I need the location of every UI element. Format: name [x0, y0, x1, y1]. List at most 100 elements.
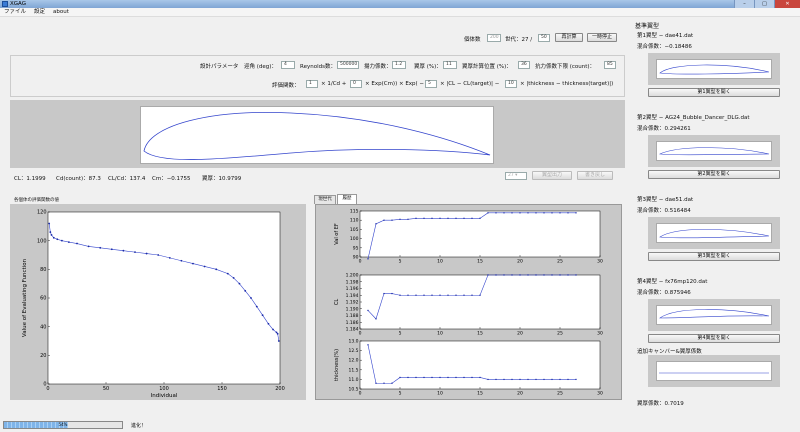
- tab-history[interactable]: 履歴: [337, 194, 357, 204]
- open-airfoil-2-button[interactable]: 第2翼型を開く: [648, 170, 780, 179]
- thickness-field[interactable]: 11: [443, 61, 457, 69]
- eval-coef-4[interactable]: 10: [505, 80, 517, 88]
- data-point: [527, 212, 529, 214]
- menu-settings[interactable]: 設定: [30, 8, 49, 17]
- y-tick-label: 80: [40, 267, 46, 273]
- result-cd: Cd(count)：87.3: [56, 176, 101, 182]
- generation-total-field[interactable]: 50: [538, 34, 550, 42]
- data-point: [519, 274, 521, 276]
- open-airfoil-4-button[interactable]: 第4翼型を開く: [648, 334, 780, 343]
- x-tick-label: 20: [517, 391, 523, 397]
- x-tick-label: 30: [597, 391, 603, 397]
- evaluation-plot-area: [47, 211, 281, 385]
- overwrite-button[interactable]: 書き戻し: [577, 171, 613, 180]
- aoa-field[interactable]: 4: [281, 61, 295, 69]
- data-point: [447, 217, 449, 220]
- data-point: [527, 378, 529, 381]
- reynolds-field[interactable]: 500000: [337, 61, 359, 69]
- x-tick-label: 30: [597, 259, 603, 265]
- data-point: [487, 212, 489, 214]
- export-airfoil-button[interactable]: 翼型出力: [532, 171, 572, 180]
- thickness-pos-field[interactable]: 36: [518, 61, 530, 69]
- eval-function-label: 評価関数：: [272, 83, 300, 89]
- cl-field[interactable]: 1.2: [392, 61, 406, 69]
- restart-button[interactable]: 再計算: [555, 33, 583, 42]
- data-point: [277, 340, 280, 342]
- maximize-button[interactable]: □: [754, 0, 774, 8]
- y-tick-label: 20: [40, 353, 46, 359]
- generation-select[interactable]: 27 ▾: [505, 172, 527, 180]
- data-point: [551, 212, 553, 214]
- x-tick-label: 0: [46, 386, 49, 392]
- open-airfoil-3-button[interactable]: 第3翼型を開く: [648, 252, 780, 261]
- data-point: [487, 274, 489, 276]
- menu-file[interactable]: ファイル: [0, 8, 30, 17]
- data-point: [255, 305, 258, 308]
- close-button[interactable]: ✕: [774, 0, 800, 8]
- data-point: [535, 212, 537, 214]
- data-point: [495, 212, 497, 214]
- eval-coef-1[interactable]: 1: [306, 80, 318, 88]
- data-point: [157, 254, 160, 256]
- data-point: [99, 246, 102, 249]
- data-point: [495, 378, 497, 381]
- minimize-button[interactable]: –: [734, 0, 754, 8]
- airfoil-1-mix: 混合係数：−0.18486: [637, 44, 692, 50]
- data-point: [110, 248, 113, 251]
- data-point: [61, 239, 63, 242]
- y-tick-label: 11.5: [348, 367, 358, 373]
- pause-button[interactable]: 一時停止: [587, 33, 617, 42]
- result-clcd: CL/Cd：137.4: [108, 176, 146, 182]
- data-point: [275, 331, 278, 334]
- thickness-label: 翼厚 (%)：: [414, 64, 442, 70]
- progress-bar: 54%: [3, 421, 123, 429]
- tab-current-generation[interactable]: 現世代: [314, 195, 336, 204]
- y-axis-label: Val of EF: [334, 223, 340, 245]
- y-tick-label: 13.0: [348, 339, 358, 345]
- data-point: [272, 328, 274, 331]
- left-plot-label: 各個体の評価関数の値: [14, 198, 59, 203]
- data-point: [423, 376, 425, 379]
- y-tick-label: 110: [350, 218, 359, 224]
- data-point: [383, 292, 385, 295]
- x-axis-label: Individual: [151, 393, 178, 399]
- data-point: [52, 236, 55, 239]
- airfoil-3-mix: 混合係数：0.516484: [637, 208, 691, 214]
- cd-count-field[interactable]: 85: [604, 61, 616, 69]
- sidebar-title: 基準翼型: [635, 23, 660, 30]
- airfoil-2-name: 第2翼型 − AG24_Bubble_Dancer_DLG.dat: [637, 115, 750, 121]
- airfoil-4-preview: [648, 299, 780, 331]
- x-tick-label: 20: [517, 331, 523, 337]
- data-point: [471, 376, 473, 379]
- data-point: [511, 274, 513, 276]
- data-point: [511, 378, 513, 381]
- eval-term-3: × |CL − CL(target)| −: [440, 81, 500, 87]
- data-point: [543, 212, 545, 214]
- history-1: 0 5 10 15 20 25 301.1841.1861.1881.1901.1921.1…: [334, 273, 603, 337]
- y-tick-label: 60: [40, 296, 46, 302]
- data-point: [551, 378, 553, 381]
- y-axis-label: CL: [334, 299, 340, 305]
- x-tick-label: 0: [359, 331, 362, 337]
- data-point: [567, 274, 569, 276]
- airfoil-preview: [10, 100, 625, 168]
- x-tick-label: 25: [557, 331, 563, 337]
- result-thickness: 翼厚：10.9799: [202, 176, 242, 182]
- data-point: [423, 294, 425, 296]
- data-point: [431, 376, 433, 379]
- data-point: [192, 262, 194, 265]
- data-point: [383, 219, 385, 221]
- result-cl: CL：1.1999: [14, 176, 46, 182]
- x-tick-label: 15: [477, 259, 483, 265]
- x-tick-label: 10: [437, 259, 443, 265]
- y-tick-label: 11.0: [348, 377, 358, 383]
- eval-coef-2[interactable]: 0: [350, 80, 362, 88]
- eval-coef-3[interactable]: 5: [425, 80, 437, 88]
- evaluation-plot: 0 50 100 150 200 0 20 40 60 80 100 120 Individual Val…: [10, 204, 306, 400]
- data-point: [447, 376, 449, 379]
- data-point: [134, 251, 136, 254]
- data-point: [575, 212, 577, 214]
- menu-about[interactable]: about: [49, 8, 73, 17]
- open-airfoil-1-button[interactable]: 第1翼型を開く: [648, 88, 780, 97]
- airfoil-3-shape: [659, 229, 770, 239]
